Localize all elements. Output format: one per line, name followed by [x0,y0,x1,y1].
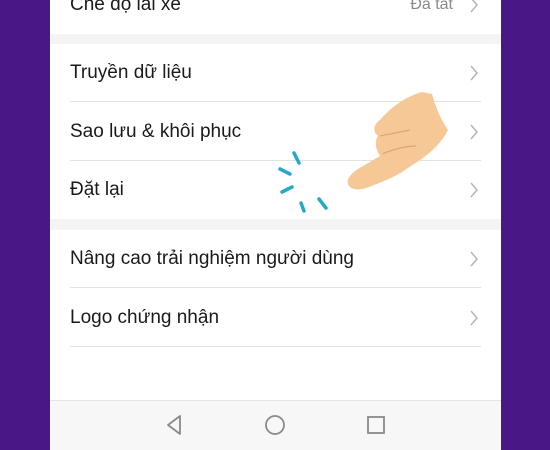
settings-group-driving: Chế độ lái xe Đã tắt [50,0,501,34]
back-icon[interactable] [162,412,188,438]
row-label: Đặt lại [70,179,124,200]
chevron-right-icon [470,182,478,198]
chevron-right-icon [470,251,478,267]
chevron-right-icon [470,0,478,13]
settings-row-driving-mode[interactable]: Chế độ lái xe Đã tắt [50,0,501,34]
settings-screen: Chế độ lái xe Đã tắt Truyền dữ liệu Sao … [50,0,501,450]
settings-row-user-experience[interactable]: Nâng cao trải nghiệm người dùng [50,230,501,288]
recents-icon[interactable] [363,412,389,438]
chevron-right-icon [470,124,478,140]
home-icon[interactable] [262,412,288,438]
row-value: Đã tắt [410,0,453,13]
chevron-right-icon [470,310,478,326]
pointing-hand-icon [347,92,448,190]
navigation-bar [50,400,501,450]
row-label: Chế độ lái xe [70,0,181,15]
row-label: Nâng cao trải nghiệm người dùng [70,248,354,269]
settings-row-certification-logo[interactable]: Logo chứng nhận [50,289,501,347]
divider [70,287,481,288]
divider [70,346,481,347]
row-label: Truyền dữ liệu [70,62,192,83]
chevron-right-icon [470,65,478,81]
row-label: Sao lưu & khôi phục [70,121,242,142]
row-label: Logo chứng nhận [70,307,220,328]
settings-group-other: Nâng cao trải nghiệm người dùng Logo chứ… [50,230,501,400]
